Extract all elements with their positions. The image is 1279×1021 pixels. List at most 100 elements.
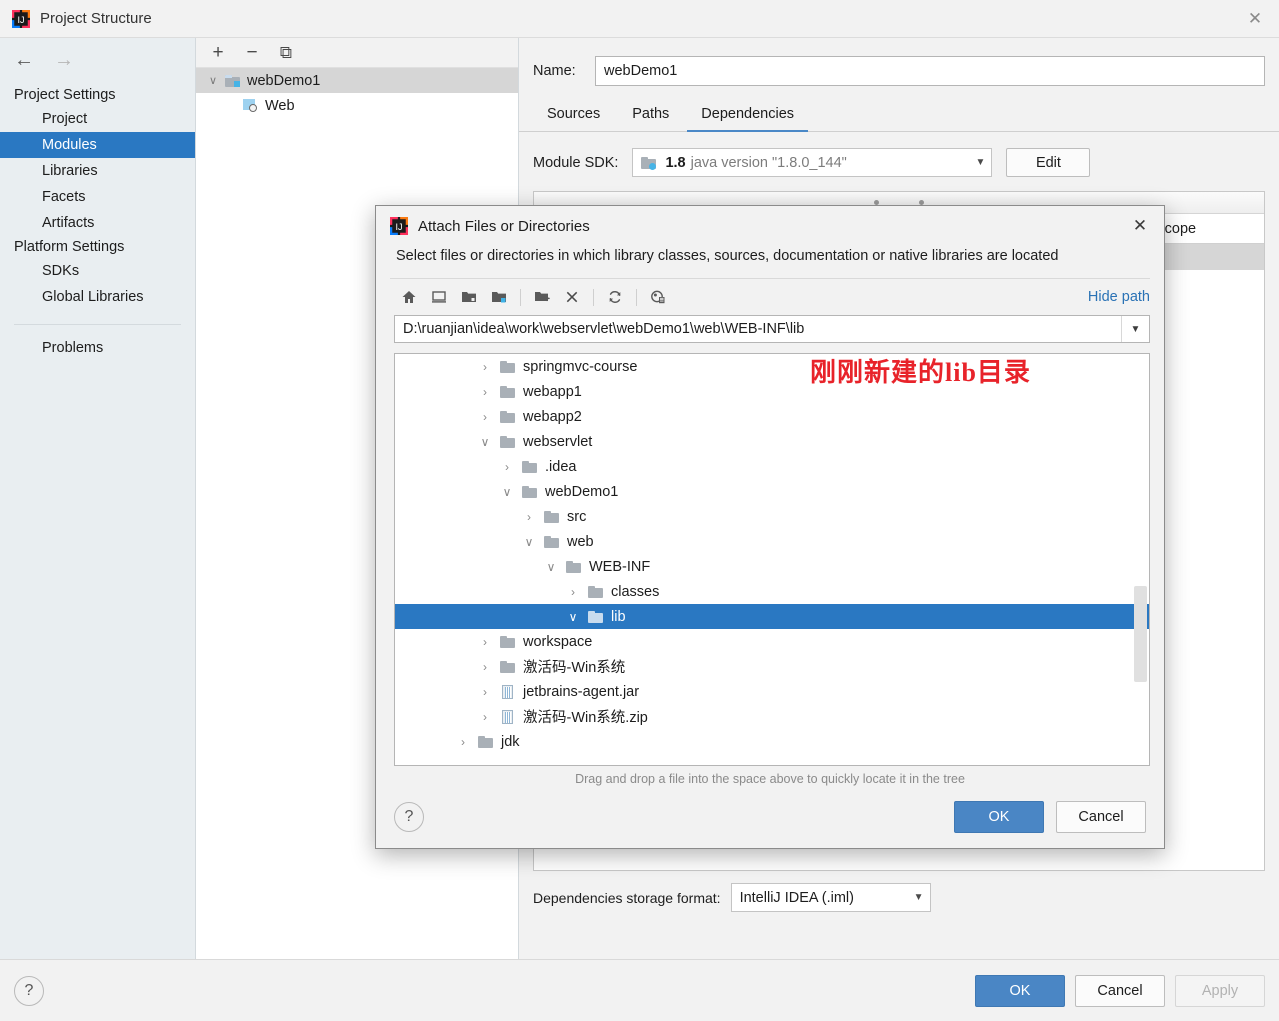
- toolbar-divider: [636, 288, 637, 306]
- dependencies-storage-combo[interactable]: IntelliJ IDEA (.iml) ▼: [730, 883, 931, 912]
- window-title: Project Structure: [40, 10, 152, 27]
- chevron-right-icon[interactable]: ›: [473, 360, 497, 374]
- sidebar-item-facets[interactable]: Facets: [0, 184, 195, 210]
- chevron-right-icon[interactable]: ›: [451, 735, 475, 749]
- module-folder-icon[interactable]: [484, 284, 514, 310]
- back-arrow-icon[interactable]: ←: [14, 50, 34, 70]
- file-tree-row[interactable]: › .idea: [395, 454, 1149, 479]
- file-tree-row[interactable]: ∨ lib: [395, 604, 1149, 629]
- scrollbar-thumb[interactable]: [1134, 586, 1147, 682]
- file-tree-label: .idea: [545, 458, 577, 475]
- remove-module-button[interactable]: −: [244, 42, 260, 63]
- chevron-down-icon[interactable]: ▼: [964, 157, 986, 168]
- forward-arrow-icon[interactable]: →: [54, 50, 74, 70]
- sidebar-item-artifacts[interactable]: Artifacts: [0, 210, 195, 236]
- file-tree-row[interactable]: › jdk: [395, 729, 1149, 754]
- file-tree-row[interactable]: › jetbrains-agent.jar: [395, 679, 1149, 704]
- path-input[interactable]: D:\ruanjian\idea\work\webservlet\webDemo…: [394, 315, 1150, 343]
- help-icon[interactable]: ?: [394, 802, 424, 832]
- tab-paths[interactable]: Paths: [618, 100, 683, 131]
- file-tree-row[interactable]: › webapp2: [395, 404, 1149, 429]
- intellij-idea-icon: IJ: [390, 217, 408, 235]
- svg-text:IJ: IJ: [395, 222, 402, 232]
- module-sdk-combo[interactable]: 1.8 java version "1.8.0_144" ▼: [632, 148, 993, 177]
- module-tree-row-web[interactable]: Web: [196, 93, 518, 118]
- file-tree-row[interactable]: › 激活码-Win系统.zip: [395, 704, 1149, 729]
- sidebar-item-modules[interactable]: Modules: [0, 132, 195, 158]
- module-tree-row-webdemo1[interactable]: ∨ webDemo1: [196, 68, 518, 93]
- file-tree-row[interactable]: › webapp1: [395, 379, 1149, 404]
- edit-sdk-button[interactable]: Edit: [1006, 148, 1091, 177]
- chevron-right-icon[interactable]: ›: [517, 510, 541, 524]
- file-tree-row[interactable]: ∨ WEB-INF: [395, 554, 1149, 579]
- file-tree[interactable]: › springmvc-course › webapp1 › webapp2 ∨ webser…: [394, 353, 1150, 766]
- chevron-down-icon[interactable]: ∨: [561, 610, 585, 624]
- chevron-right-icon[interactable]: ›: [473, 710, 497, 724]
- chevron-down-icon[interactable]: ∨: [473, 435, 497, 449]
- web-facet-icon: [240, 99, 260, 112]
- file-tree-row[interactable]: ∨ webDemo1: [395, 479, 1149, 504]
- chevron-right-icon[interactable]: ›: [561, 585, 585, 599]
- file-tree-label: jdk: [501, 733, 520, 750]
- file-tree-label: webapp1: [523, 383, 582, 400]
- file-tree-row[interactable]: › springmvc-course: [395, 354, 1149, 379]
- sidebar-item-global-libraries[interactable]: Global Libraries: [0, 284, 195, 310]
- file-tree-label: lib: [611, 608, 626, 625]
- refresh-icon[interactable]: [600, 284, 630, 310]
- project-folder-icon[interactable]: [454, 284, 484, 310]
- ok-button[interactable]: OK: [975, 974, 1065, 1007]
- chevron-down-icon[interactable]: ▼: [1121, 316, 1149, 342]
- chevron-right-icon[interactable]: ›: [473, 385, 497, 399]
- dialog-footer: ? OK Cancel: [376, 786, 1164, 848]
- file-tree-label: 激活码-Win系统: [523, 660, 626, 676]
- hide-path-link[interactable]: Hide path: [1088, 289, 1150, 305]
- chevron-down-icon[interactable]: ∨: [204, 74, 222, 87]
- file-tree-label: webDemo1: [545, 483, 619, 500]
- chevron-down-icon[interactable]: ∨: [539, 560, 563, 574]
- toolbar-divider: [593, 288, 594, 306]
- module-name-input[interactable]: webDemo1: [595, 56, 1265, 86]
- tab-sources[interactable]: Sources: [533, 100, 614, 131]
- file-tree-row[interactable]: ∨ webservlet: [395, 429, 1149, 454]
- sidebar-item-project[interactable]: Project: [0, 106, 195, 132]
- delete-icon[interactable]: [557, 284, 587, 310]
- tab-dependencies[interactable]: Dependencies: [687, 100, 808, 132]
- add-module-button[interactable]: +: [210, 42, 226, 63]
- file-tree-row[interactable]: › workspace: [395, 629, 1149, 654]
- new-folder-icon[interactable]: [527, 284, 557, 310]
- chevron-right-icon[interactable]: ›: [473, 635, 497, 649]
- close-icon[interactable]: ✕: [1231, 0, 1279, 38]
- folder-icon: [497, 635, 517, 648]
- chevron-right-icon[interactable]: ›: [473, 660, 497, 674]
- chevron-right-icon[interactable]: ›: [473, 685, 497, 699]
- folder-icon: [519, 485, 539, 498]
- window-titlebar: IJ Project Structure ✕: [0, 0, 1279, 38]
- chevron-right-icon[interactable]: ›: [473, 410, 497, 424]
- chevron-down-icon[interactable]: ∨: [517, 535, 541, 549]
- sidebar-item-sdks[interactable]: SDKs: [0, 258, 195, 284]
- dialog-title: Attach Files or Directories: [418, 217, 590, 235]
- sidebar-item-libraries[interactable]: Libraries: [0, 158, 195, 184]
- dialog-cancel-button[interactable]: Cancel: [1056, 801, 1146, 833]
- show-hidden-files-icon[interactable]: [643, 284, 673, 310]
- home-icon[interactable]: [394, 284, 424, 310]
- file-tree-row[interactable]: › src: [395, 504, 1149, 529]
- chevron-down-icon[interactable]: ▼: [902, 892, 924, 903]
- file-tree-scrollbar[interactable]: [1134, 354, 1147, 765]
- module-sdk-description: java version "1.8.0_144": [690, 154, 847, 171]
- sidebar-item-problems[interactable]: Problems: [0, 335, 195, 361]
- close-icon[interactable]: ✕: [1116, 206, 1164, 246]
- dependencies-storage-label: Dependencies storage format:: [533, 889, 721, 906]
- file-tree-row[interactable]: › classes: [395, 579, 1149, 604]
- apply-button[interactable]: Apply: [1175, 974, 1265, 1007]
- dialog-ok-button[interactable]: OK: [954, 801, 1044, 833]
- copy-module-button[interactable]: ⧉: [278, 43, 294, 62]
- folder-icon: [475, 735, 495, 748]
- chevron-down-icon[interactable]: ∨: [495, 485, 519, 499]
- desktop-icon[interactable]: [424, 284, 454, 310]
- chevron-right-icon[interactable]: ›: [495, 460, 519, 474]
- cancel-button[interactable]: Cancel: [1075, 974, 1165, 1007]
- file-tree-row[interactable]: › 激活码-Win系统: [395, 654, 1149, 679]
- file-tree-row[interactable]: ∨ web: [395, 529, 1149, 554]
- help-icon[interactable]: ?: [14, 975, 44, 1006]
